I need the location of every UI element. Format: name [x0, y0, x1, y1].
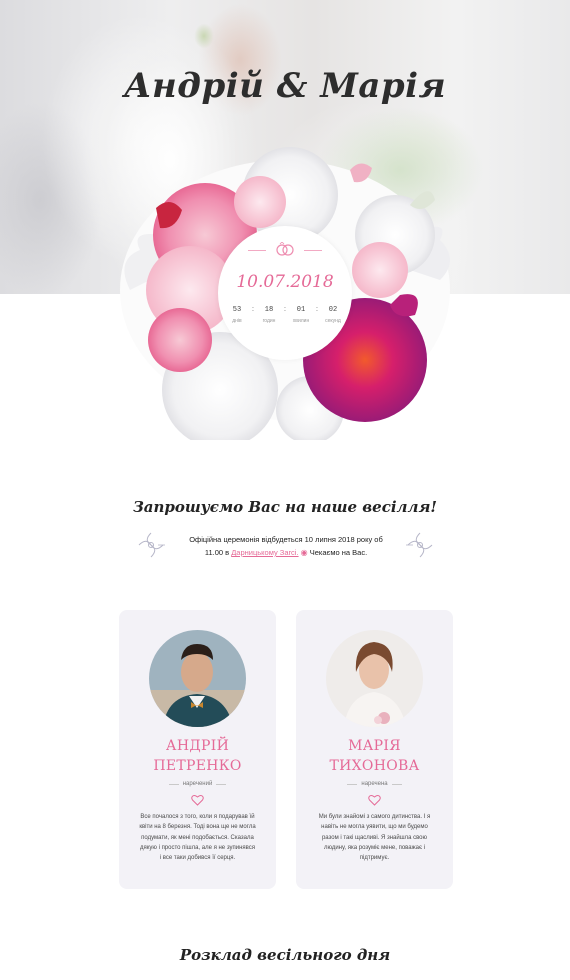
bride-story: Ми були знайомі з самого дитинства. І я …	[318, 814, 431, 862]
hours-value: 18	[264, 306, 274, 314]
countdown-seconds: 02 секунд	[321, 306, 345, 324]
divider-line	[248, 250, 266, 251]
countdown-minutes: 01 хвилин	[289, 306, 313, 324]
couple-names-title: Андрій & Марія	[123, 66, 447, 106]
groom-card: АНДРІЙ ПЕТРЕНКО наречений Все почалося з…	[119, 610, 276, 889]
countdown-widget: 10.07.2018 53 днів : 18 годин : 01 хвили…	[218, 226, 352, 360]
minutes-value: 01	[296, 306, 306, 314]
groom-avatar	[149, 630, 246, 727]
flourish-ornament-icon	[406, 532, 433, 558]
boutonniere-decoration	[184, 14, 224, 58]
countdown-separator: :	[316, 306, 318, 313]
seconds-label: секунд	[325, 318, 341, 324]
days-label: днів	[232, 318, 242, 324]
countdown-separator: :	[284, 306, 286, 313]
map-pin-icon[interactable]: ◉	[301, 548, 308, 557]
countdown-separator: :	[252, 306, 254, 313]
invitation-title: Запрошуємо Вас на наше весілля!	[132, 498, 438, 516]
invitation-line-2-prefix: 11.00 в	[204, 548, 232, 557]
days-value: 53	[232, 306, 242, 314]
bride-role: наречена	[296, 781, 453, 787]
bride-last-name: ТИХОНОВА	[329, 758, 420, 774]
wedding-date: 10.07.2018	[236, 272, 334, 292]
bride-role-label: наречена	[361, 781, 388, 787]
invitation-line-2-suffix: Чекаємо на Вас.	[307, 548, 368, 557]
countdown-days: 53 днів	[225, 306, 249, 324]
bride-card: МАРІЯ ТИХОНОВА наречена Ми були знайомі …	[296, 610, 453, 889]
bride-avatar	[326, 630, 423, 727]
invitation-text: Офіційна церемонія відбудеться 10 липня …	[170, 533, 402, 559]
invitation-line-1: Офіційна церемонія відбудеться 10 липня …	[189, 535, 383, 544]
divider-line	[391, 783, 402, 785]
divider-line	[304, 250, 322, 251]
divider-line	[216, 783, 227, 785]
venue-link[interactable]: Дарницькому Загсі.	[231, 548, 298, 557]
groom-name: АНДРІЙ ПЕТРЕНКО	[119, 736, 276, 776]
divider-line	[347, 783, 358, 785]
groom-role: наречений	[119, 781, 276, 787]
countdown-hours: 18 годин	[257, 306, 281, 324]
minutes-label: хвилин	[292, 318, 310, 324]
bride-first-name: МАРІЯ	[348, 738, 401, 754]
seconds-value: 02	[328, 306, 338, 314]
groom-last-name: ПЕТРЕНКО	[153, 758, 242, 774]
hours-label: годин	[262, 318, 276, 324]
divider-line	[168, 783, 179, 785]
wedding-rings-icon	[276, 242, 294, 256]
bride-name: МАРІЯ ТИХОНОВА	[296, 736, 453, 776]
groom-story: Все почалося з того, коли я подарував їй…	[139, 814, 256, 862]
heart-icon	[368, 795, 381, 806]
heart-icon	[191, 795, 204, 806]
schedule-title: Розклад весільного дня	[179, 946, 391, 964]
groom-first-name: АНДРІЙ	[165, 738, 230, 754]
countdown-timer: 53 днів : 18 годин : 01 хвилин : 02 секу…	[218, 306, 352, 324]
flourish-ornament-icon	[138, 532, 165, 558]
groom-role-label: наречений	[182, 781, 213, 787]
